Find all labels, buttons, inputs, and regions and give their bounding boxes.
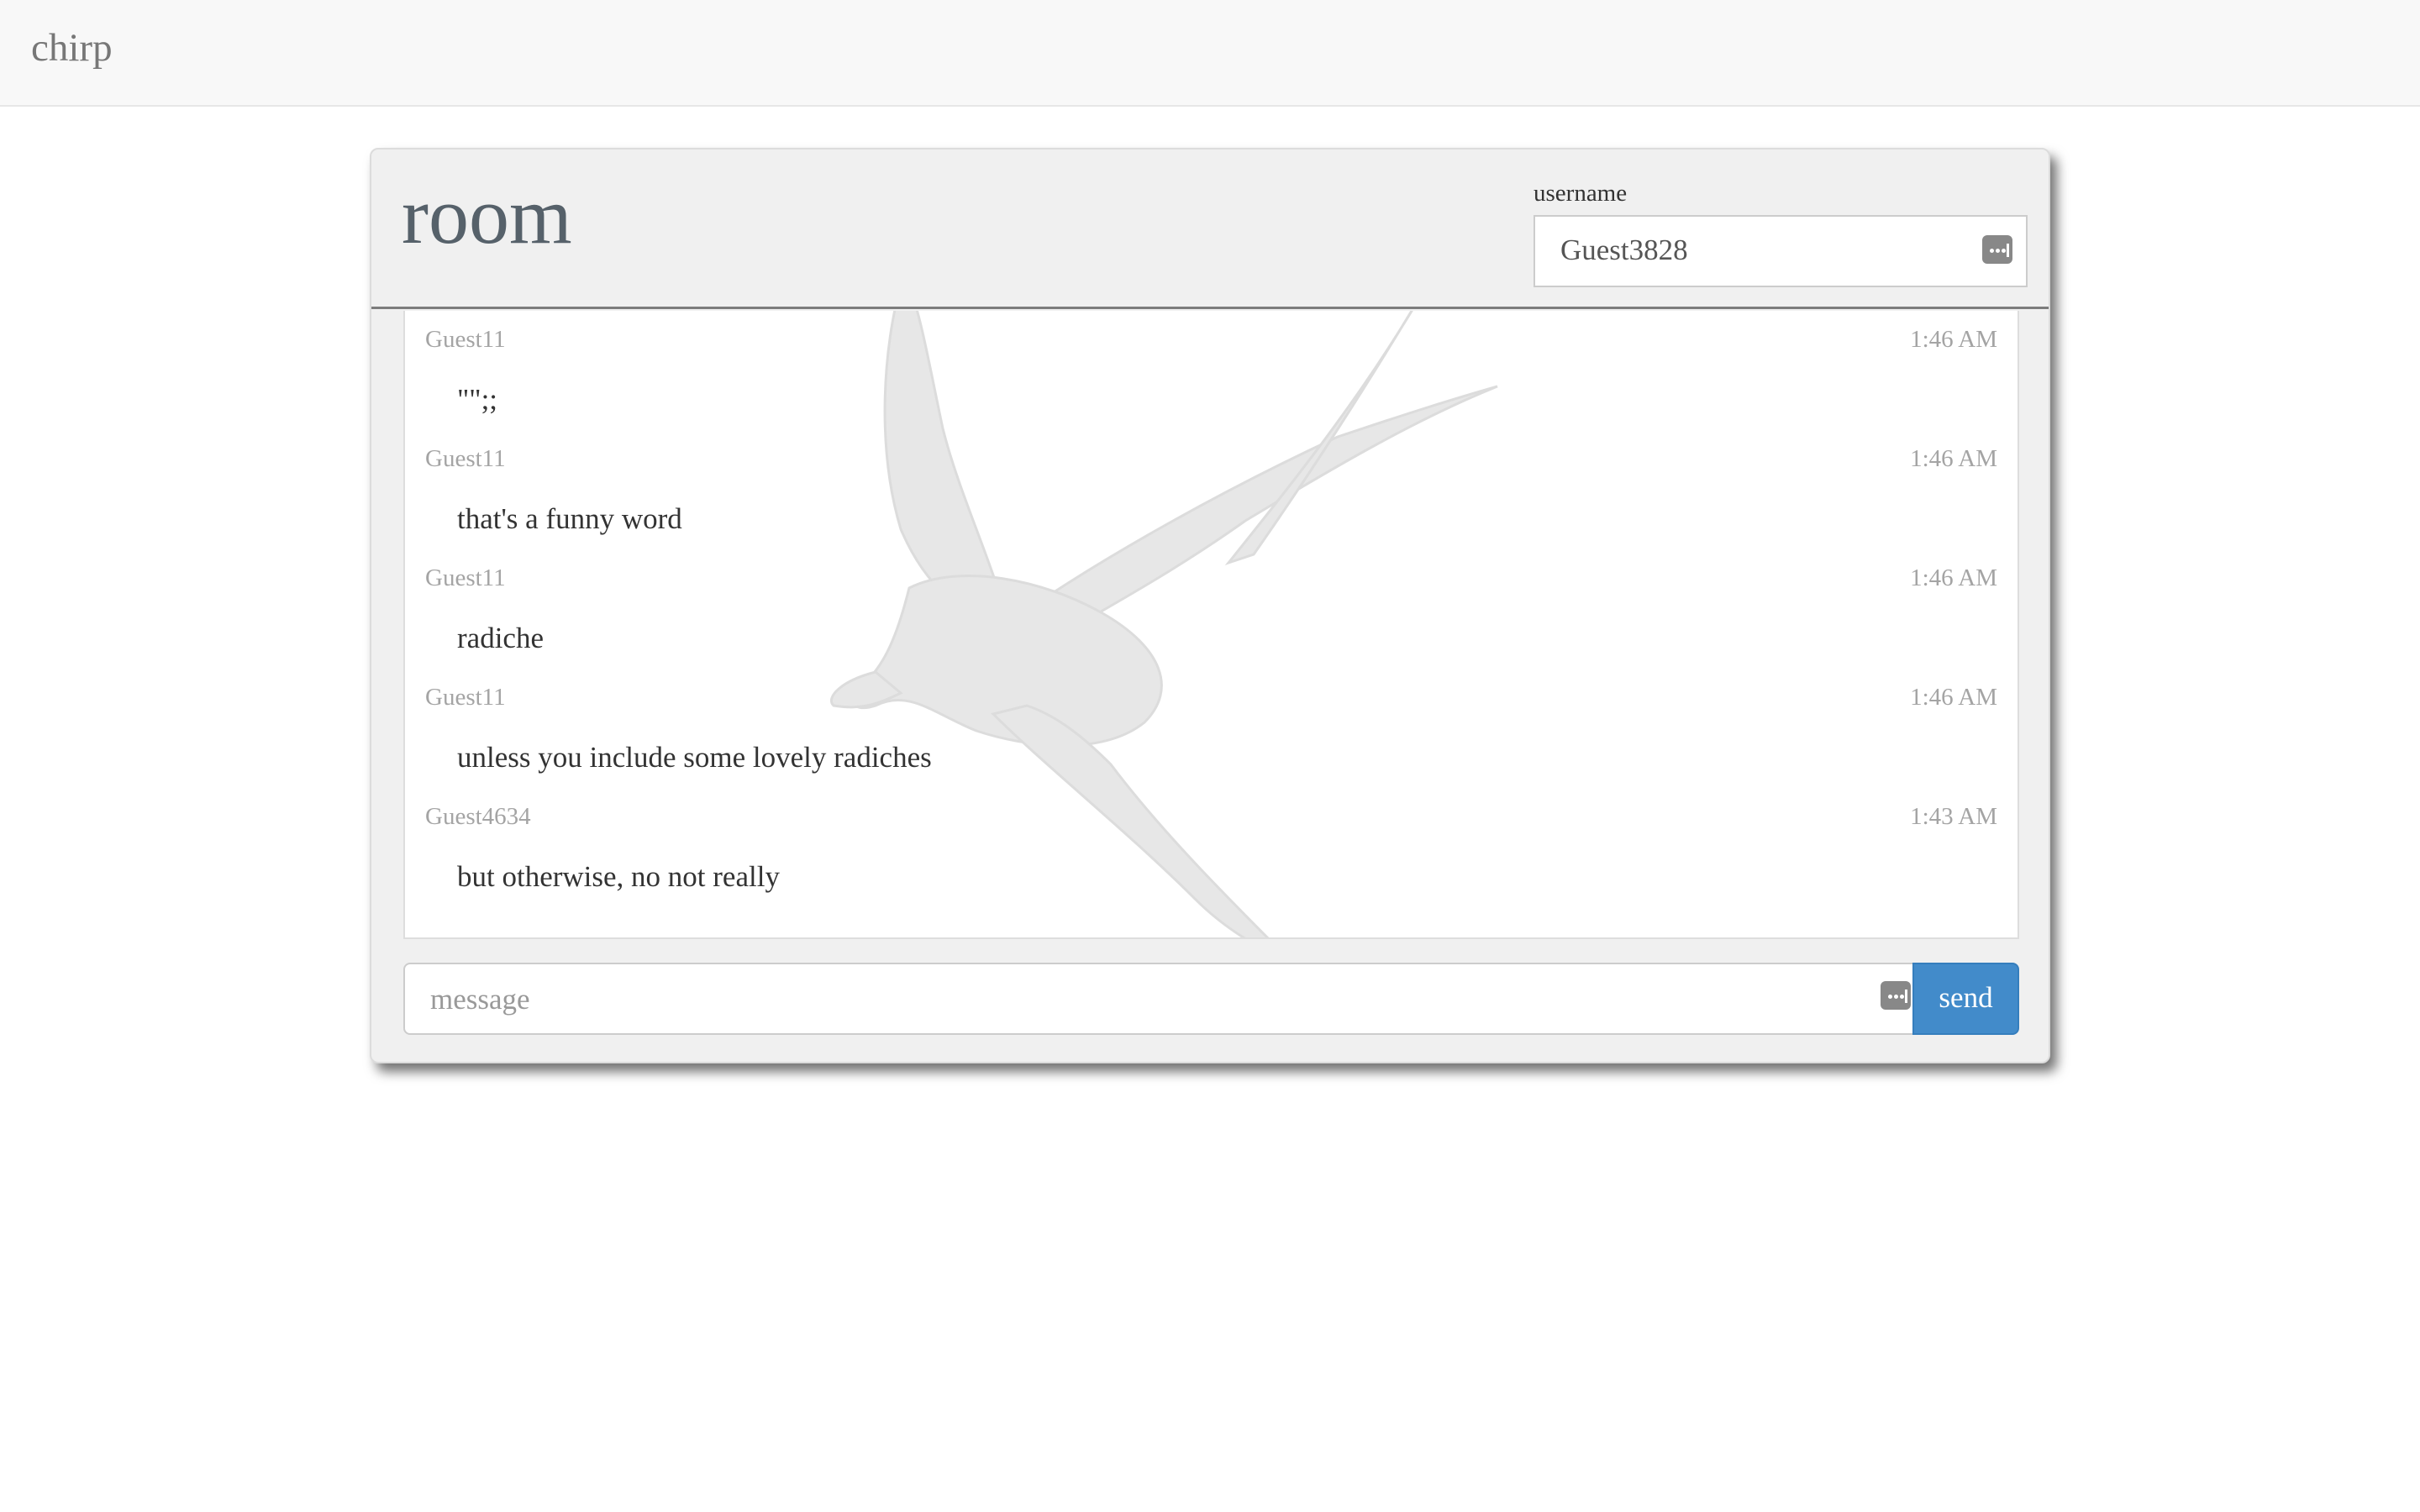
message-time: 1:46 AM [1910, 445, 1997, 472]
message-placeholder[interactable]: message [430, 983, 530, 1016]
username-label: username [1534, 180, 1628, 207]
message-time: 1:43 AM [1910, 803, 1997, 830]
room-title: room [402, 171, 572, 260]
keyboard-icon[interactable] [1982, 235, 2012, 264]
brand-link[interactable]: chirp [31, 25, 113, 71]
message-time: 1:46 AM [1910, 326, 1997, 353]
message-item: Guest11 1:46 AM radiche [405, 549, 2018, 669]
message-text: that's a funny word [457, 502, 682, 535]
message-time: 1:46 AM [1910, 564, 1997, 591]
message-author: Guest11 [425, 445, 506, 472]
send-button[interactable]: send [1912, 963, 2019, 1035]
message-author: Guest11 [425, 684, 506, 711]
username-value[interactable]: Guest3828 [1560, 234, 1688, 267]
message-item: Guest11 1:46 AM that's a funny word [405, 430, 2018, 549]
message-composer: message send [403, 963, 2021, 1035]
navbar: chirp [0, 0, 2420, 107]
message-item: Guest4634 1:43 AM but otherwise, no not … [405, 788, 2018, 907]
message-item: Guest11 1:46 AM unless you include some … [405, 669, 2018, 788]
message-time: 1:46 AM [1910, 684, 1997, 711]
message-author: Guest11 [425, 564, 506, 591]
message-author: Guest4634 [425, 803, 531, 830]
keyboard-icon[interactable] [1881, 981, 1911, 1010]
username-input[interactable]: Guest3828 [1534, 215, 2028, 287]
panel-header: room username Guest3828 [371, 150, 2049, 309]
message-text: "";; [457, 383, 498, 416]
chat-panel: room username Guest3828 Guest11 1:46 AM … [370, 148, 2050, 1063]
message-text: but otherwise, no not really [457, 860, 780, 893]
message-text: radiche [457, 622, 544, 654]
message-list[interactable]: Guest11 1:46 AM "";; Guest11 1:46 AM tha… [403, 311, 2019, 939]
message-input[interactable]: message [403, 963, 1914, 1035]
message-text: unless you include some lovely radiches [457, 741, 932, 774]
message-item: Guest11 1:46 AM "";; [405, 311, 2018, 430]
message-author: Guest11 [425, 326, 506, 353]
